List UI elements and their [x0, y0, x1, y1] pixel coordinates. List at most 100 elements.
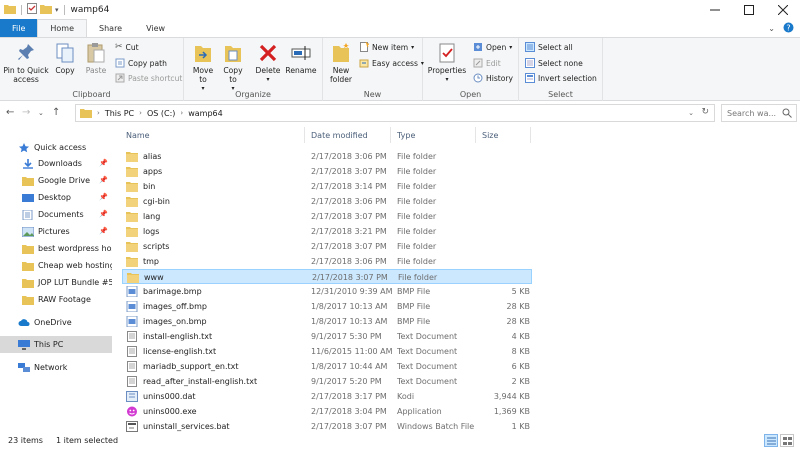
nav-item-pictures[interactable]: Pictures 📌 [0, 223, 112, 240]
folder-icon [4, 4, 16, 16]
nav-this-pc[interactable]: This PC [0, 336, 112, 353]
pin-quick-access-button[interactable]: Pin to Quick access [3, 42, 49, 84]
refresh-icon[interactable]: ↻ [701, 107, 709, 117]
file-row[interactable]: mariadb_support_en.txt 1/8/2017 10:44 AM T… [122, 359, 532, 374]
minimize-button[interactable] [698, 0, 732, 19]
file-name: alias [143, 152, 162, 161]
file-row[interactable]: bin 2/17/2018 3:14 PM File folder [122, 179, 532, 194]
copy-to-button[interactable]: Copy to ▾ [220, 42, 246, 93]
tab-share[interactable]: Share [87, 19, 134, 37]
address-dropdown-icon[interactable]: ⌄ [688, 109, 694, 117]
file-row[interactable]: images_off.bmp 1/8/2017 10:13 AM BMP File 2… [122, 299, 532, 314]
file-name: bin [143, 182, 156, 191]
file-row[interactable]: scripts 2/17/2018 3:07 PM File folder [122, 239, 532, 254]
file-date: 2/17/2018 3:06 PM [311, 197, 387, 206]
properties-icon [439, 43, 455, 63]
file-name-cell: apps [126, 164, 162, 179]
paste-button[interactable]: Paste [82, 42, 110, 75]
file-size [462, 179, 530, 194]
title-bar: ▾ wamp64 [0, 0, 800, 19]
column-header-size[interactable]: Size [482, 125, 498, 145]
invert-selection-button[interactable]: Invert selection [525, 73, 597, 83]
maximize-button[interactable] [732, 0, 766, 19]
address-bar[interactable]: › This PC › OS (C:) › wamp64 ⌄ ↻ [75, 104, 715, 122]
collapse-ribbon-icon[interactable]: ⌄ [768, 24, 775, 33]
tab-home[interactable]: Home [37, 19, 88, 37]
column-header-name[interactable]: Name [126, 125, 150, 145]
history-button[interactable]: History [473, 73, 513, 83]
properties-qa-icon[interactable] [27, 3, 37, 16]
column-header-date[interactable]: Date modified [311, 125, 368, 145]
qa-dropdown-icon[interactable]: ▾ [55, 6, 59, 14]
large-icons-view-button[interactable] [780, 434, 794, 447]
back-arrow-icon[interactable]: ← [6, 107, 14, 118]
copy-path-button[interactable]: Copy path [115, 58, 167, 68]
new-item-button[interactable]: New item ▾ [359, 42, 414, 52]
breadcrumb-os-c[interactable]: OS (C:) [147, 109, 175, 118]
forward-arrow-icon[interactable]: → [22, 107, 30, 118]
nav-item-best-wordpress-host[interactable]: best wordpress host [0, 240, 112, 257]
file-row[interactable]: apps 2/17/2018 3:07 PM File folder [122, 164, 532, 179]
delete-x-icon [259, 44, 277, 62]
open-group-label: Open [459, 90, 482, 99]
file-row[interactable]: unins000.dat 2/17/2018 3:17 PM Kodi 3,944 K… [122, 389, 532, 404]
properties-button[interactable]: Properties ▾ [427, 42, 467, 84]
file-row[interactable]: lang 2/17/2018 3:07 PM File folder [122, 209, 532, 224]
file-row[interactable]: cgi-bin 2/17/2018 3:06 PM File folder [122, 194, 532, 209]
file-type: Application [397, 407, 442, 416]
file-row[interactable]: unins000.exe 2/17/2018 3:04 PM Application… [122, 404, 532, 419]
copy-button[interactable]: Copy [52, 42, 78, 75]
nav-item-jop-lut-bundle[interactable]: JOP LUT Bundle #5 [0, 274, 112, 291]
file-row[interactable]: images_on.bmp 1/8/2017 10:13 AM BMP File 28… [122, 314, 532, 329]
file-row[interactable]: alias 2/17/2018 3:06 PM File folder [122, 149, 532, 164]
close-button[interactable] [766, 0, 800, 19]
up-arrow-icon[interactable]: ↑ [52, 107, 60, 118]
breadcrumb-this-pc[interactable]: This PC [105, 109, 134, 118]
nav-item-cheap-web-hosting[interactable]: Cheap web hosting [0, 257, 112, 274]
file-row[interactable]: logs 2/17/2018 3:21 PM File folder [122, 224, 532, 239]
file-row[interactable]: tmp 2/17/2018 3:06 PM File folder [122, 254, 532, 269]
easy-access-button[interactable]: Easy access ▾ [359, 58, 424, 68]
select-none-button[interactable]: Select none [525, 58, 583, 68]
file-date: 2/17/2018 3:07 PM [311, 167, 387, 176]
quick-access-toolbar: ▾ [0, 3, 67, 16]
chevron-right-icon: › [97, 109, 100, 117]
edit-button[interactable]: Edit [473, 58, 501, 68]
open-button[interactable]: Open ▾ [473, 42, 512, 52]
help-icon[interactable]: ? [783, 22, 794, 35]
nav-item-downloads[interactable]: Downloads 📌 [0, 155, 112, 172]
file-row[interactable]: read_after_install-english.txt 9/1/2017 5… [122, 374, 532, 389]
recent-locations-icon[interactable]: ⌄ [38, 109, 44, 117]
new-folder-qa-icon[interactable] [40, 4, 52, 16]
delete-button[interactable]: Delete ▾ [254, 42, 282, 84]
file-row[interactable]: license-english.txt 11/6/2015 11:00 AM Tex… [122, 344, 532, 359]
nav-item-google-drive[interactable]: Google Drive 📌 [0, 172, 112, 189]
file-type: BMP File [397, 287, 431, 296]
move-to-button[interactable]: Move to ▾ [190, 42, 216, 93]
nav-item-documents[interactable]: Documents 📌 [0, 206, 112, 223]
tab-view[interactable]: View [134, 19, 177, 37]
column-header-type[interactable]: Type [397, 125, 415, 145]
rename-button[interactable]: Rename [285, 42, 317, 75]
details-view-icon [766, 437, 776, 444]
ribbon-tabs: File Home Share View ⌄ ? [0, 19, 800, 37]
file-row[interactable]: install-english.txt 9/1/2017 5:30 PM Text … [122, 329, 532, 344]
search-input[interactable]: Search wa... [721, 104, 797, 122]
file-row[interactable]: www 2/17/2018 3:07 PM File folder [122, 269, 532, 284]
nav-onedrive[interactable]: OneDrive [0, 314, 112, 331]
new-folder-button[interactable]: New folder [327, 42, 355, 84]
nav-network[interactable]: Network [0, 359, 112, 376]
details-view-button[interactable] [764, 434, 778, 447]
nav-item-desktop[interactable]: Desktop 📌 [0, 189, 112, 206]
file-row[interactable]: barimage.bmp 12/31/2010 9:39 AM BMP File 5 … [122, 284, 532, 299]
nav-item-raw-footage[interactable]: RAW Footage [0, 291, 112, 308]
paste-shortcut-button[interactable]: Paste shortcut [115, 73, 182, 83]
file-size: 1 KB [511, 422, 530, 431]
breadcrumb-wamp64[interactable]: wamp64 [188, 109, 223, 118]
tab-file[interactable]: File [0, 19, 38, 37]
file-row[interactable]: uninstall_services.bat 2/17/2018 3:07 PM W… [122, 419, 532, 434]
select-all-button[interactable]: Select all [525, 42, 573, 52]
computer-icon [18, 339, 30, 350]
cut-button[interactable]: ✂ Cut [115, 42, 139, 52]
nav-quick-access[interactable]: Quick access [0, 139, 112, 156]
